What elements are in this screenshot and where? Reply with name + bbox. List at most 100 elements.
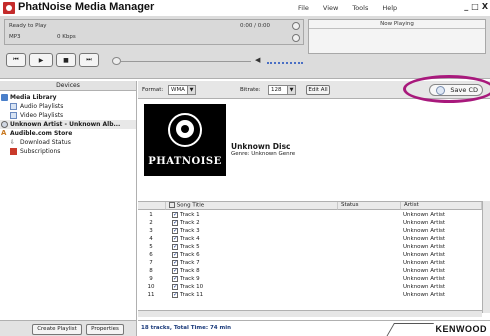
track-checkbox[interactable] — [172, 235, 178, 243]
sidebar-item-unknown-album[interactable]: Unknown Artist - Unknown Alb... — [0, 120, 136, 129]
title-bar: PhatNoise Media Manager File View Tools … — [0, 0, 490, 16]
track-checkbox[interactable] — [172, 259, 178, 267]
track-artist: Unknown Artist — [403, 268, 446, 274]
track-number: 1 — [149, 212, 153, 218]
player-display: Ready to Play MP3 0 Kbps 0:00 / 0:00 — [4, 19, 304, 45]
properties-button[interactable]: Properties — [86, 324, 124, 335]
track-checkbox[interactable] — [172, 243, 178, 251]
track-number: 6 — [149, 252, 153, 258]
library-icon — [1, 94, 8, 101]
sidebar-item-video-playlists[interactable]: Video Playlists — [0, 111, 136, 120]
previous-button[interactable]: ⏮ — [6, 53, 26, 67]
menu-bar: File View Tools Help — [298, 4, 397, 12]
track-checkbox[interactable] — [172, 219, 178, 227]
track-checkbox[interactable] — [172, 227, 178, 235]
table-row[interactable]: 11 Track 11 Unknown Artist — [138, 291, 482, 299]
sidebar-item-audio-playlists[interactable]: Audio Playlists — [0, 102, 136, 111]
now-playing-label: Now Playing — [309, 20, 485, 29]
edit-all-button[interactable]: Edit All — [306, 85, 330, 95]
track-title: Track 2 — [180, 220, 200, 226]
track-list-horizontal-scrollbar[interactable] — [138, 310, 482, 317]
main-panel: Format: WMA ▼ Bitrate: 128 ▼ Edit All Sa… — [138, 81, 490, 336]
player-format: MP3 — [9, 34, 21, 40]
save-cd-button[interactable]: Save CD — [429, 84, 483, 96]
track-checkbox[interactable] — [172, 283, 178, 291]
table-row[interactable]: 9 Track 9 Unknown Artist — [138, 275, 482, 283]
bitrate-value: 128 — [271, 87, 282, 93]
play-icon: ▶ — [38, 56, 44, 64]
track-number: 10 — [147, 284, 155, 290]
select-all-checkbox[interactable] — [169, 202, 175, 208]
sidebar-item-media-library[interactable]: Media Library — [0, 93, 136, 102]
chevron-down-icon: ▼ — [287, 86, 295, 94]
table-row[interactable]: 7 Track 7 Unknown Artist — [138, 259, 482, 267]
shuffle-icon[interactable] — [292, 22, 300, 30]
cd-icon — [436, 86, 445, 95]
download-icon: ⇩ — [10, 139, 16, 146]
sidebar-item-audible-store[interactable]: A Audible.com Store — [0, 129, 136, 138]
stop-button[interactable]: ■ — [56, 53, 76, 67]
table-row[interactable]: 6 Track 6 Unknown Artist — [138, 251, 482, 259]
track-artist: Unknown Artist — [403, 220, 446, 226]
table-row[interactable]: 5 Track 5 Unknown Artist — [138, 243, 482, 251]
track-number: 2 — [149, 220, 153, 226]
next-button[interactable]: ⏭ — [79, 53, 99, 67]
track-number: 11 — [147, 292, 155, 298]
stop-icon: ■ — [63, 56, 69, 64]
seek-slider[interactable] — [121, 61, 251, 62]
track-checkbox[interactable] — [172, 291, 178, 299]
table-row[interactable]: 10 Track 10 Unknown Artist — [138, 283, 482, 291]
sidebar-item-download-status[interactable]: ⇩ Download Status — [0, 138, 136, 147]
track-artist: Unknown Artist — [403, 276, 446, 282]
track-number: 4 — [149, 236, 153, 242]
track-number: 5 — [149, 244, 153, 250]
close-button[interactable]: X — [482, 2, 488, 12]
track-number: 8 — [149, 268, 153, 274]
column-header-artist[interactable]: Artist — [401, 202, 482, 210]
sidebar-item-subscriptions[interactable]: Subscriptions — [0, 147, 136, 156]
table-row[interactable]: 3 Track 3 Unknown Artist — [138, 227, 482, 235]
status-bar: 18 tracks, Total Time: 74 min KENWOOD — [138, 320, 490, 336]
disc-icon — [1, 121, 8, 128]
format-select[interactable]: WMA ▼ — [168, 85, 196, 95]
menu-view[interactable]: View — [323, 4, 338, 12]
table-row[interactable]: 8 Track 8 Unknown Artist — [138, 267, 482, 275]
window-controls: _ □ X — [464, 2, 488, 12]
menu-file[interactable]: File — [298, 4, 309, 12]
volume-slider[interactable] — [267, 58, 303, 64]
track-checkbox[interactable] — [172, 211, 178, 219]
column-header-song-title[interactable]: Song Title — [166, 202, 338, 210]
track-title: Track 4 — [180, 236, 200, 242]
create-playlist-button[interactable]: Create Playlist — [32, 324, 82, 335]
track-artist: Unknown Artist — [403, 228, 446, 234]
track-title: Track 3 — [180, 228, 200, 234]
menu-tools[interactable]: Tools — [352, 4, 368, 12]
previous-icon: ⏮ — [13, 56, 19, 63]
repeat-icon[interactable] — [292, 34, 300, 42]
bitrate-select[interactable]: 128 ▼ — [268, 85, 296, 95]
sidebar-header: Devices — [0, 81, 136, 91]
track-artist: Unknown Artist — [403, 212, 446, 218]
track-checkbox[interactable] — [172, 251, 178, 259]
menu-help[interactable]: Help — [382, 4, 397, 12]
track-checkbox[interactable] — [172, 267, 178, 275]
track-list-vertical-scrollbar[interactable] — [482, 201, 490, 313]
track-title: Track 11 — [180, 292, 204, 298]
table-row[interactable]: 4 Track 4 Unknown Artist — [138, 235, 482, 243]
play-button[interactable]: ▶ — [29, 53, 53, 67]
bitrate-label: Bitrate: — [240, 87, 261, 93]
table-row[interactable]: 1 Track 1 Unknown Artist — [138, 211, 482, 219]
track-artist: Unknown Artist — [403, 244, 446, 250]
seek-slider-handle[interactable] — [112, 57, 121, 65]
column-header-status[interactable]: Status — [338, 202, 401, 210]
track-title: Track 5 — [180, 244, 200, 250]
maximize-button[interactable]: □ — [471, 2, 479, 12]
track-title: Track 6 — [180, 252, 200, 258]
format-label: Format: — [142, 87, 164, 93]
minimize-button[interactable]: _ — [464, 2, 468, 12]
table-row[interactable]: 2 Track 2 Unknown Artist — [138, 219, 482, 227]
video-playlist-icon — [10, 112, 17, 119]
player-panel: Ready to Play MP3 0 Kbps 0:00 / 0:00 Now… — [0, 16, 490, 79]
track-checkbox[interactable] — [172, 275, 178, 283]
cd-toolbar: Format: WMA ▼ Bitrate: 128 ▼ Edit All Sa… — [138, 81, 490, 99]
